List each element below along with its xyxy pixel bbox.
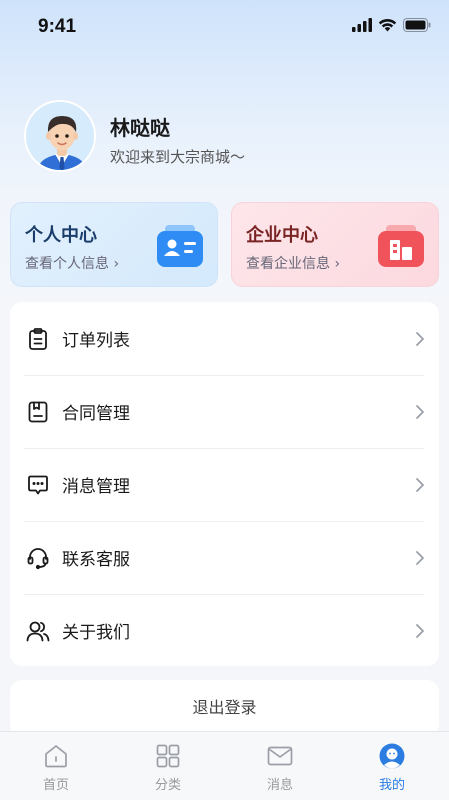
tab-label: 我的	[378, 778, 405, 793]
menu-item-orders[interactable]: 订单列表	[10, 302, 439, 375]
tab-label: 首页	[42, 778, 69, 793]
id-card-icon	[157, 225, 203, 267]
personal-center-title: 个人中心	[25, 225, 97, 246]
chevron-right-icon	[416, 404, 424, 419]
wifi-icon	[378, 18, 397, 32]
home-icon	[45, 745, 67, 768]
menu-item-label: 联系客服	[62, 550, 130, 570]
chevron-right-icon	[416, 477, 424, 492]
headset-icon	[27, 547, 49, 569]
profile-screen: 9:41 林哒哒 欢迎来到大宗商城～ 个人中心 查看个人信息 › 企业中心 查看…	[0, 0, 449, 800]
grid-icon	[156, 744, 180, 768]
avatar-illustration	[26, 102, 94, 170]
menu-item-messages[interactable]: 消息管理	[10, 448, 439, 521]
profile-name: 林哒哒	[110, 116, 170, 140]
status-icons	[352, 18, 431, 32]
logout-button[interactable]: 退出登录	[10, 680, 439, 736]
menu-item-label: 合同管理	[62, 404, 130, 424]
clipboard-icon	[29, 327, 47, 350]
profile-welcome: 欢迎来到大宗商城～	[110, 148, 246, 166]
tab-label: 分类	[154, 778, 181, 793]
tab-home[interactable]: 首页	[0, 732, 112, 800]
tab-label: 消息	[266, 778, 293, 793]
profile-icon	[379, 743, 405, 769]
menu-item-label: 订单列表	[62, 331, 130, 351]
signal-icon	[352, 18, 372, 32]
menu-item-contracts[interactable]: 合同管理	[10, 375, 439, 448]
menu-panel: 订单列表 合同管理 消息管理 联系客服 关于我们	[10, 302, 439, 666]
personal-center-card[interactable]: 个人中心 查看个人信息 ›	[10, 202, 218, 287]
menu-item-about-us[interactable]: 关于我们	[10, 594, 439, 667]
menu-item-label: 关于我们	[62, 623, 130, 643]
tab-mine[interactable]: 我的	[336, 732, 448, 800]
building-icon	[378, 225, 424, 267]
company-center-title: 企业中心	[246, 225, 318, 246]
menu-item-customer-service[interactable]: 联系客服	[10, 521, 439, 594]
chevron-right-icon	[416, 623, 424, 638]
company-center-subtitle: 查看企业信息 ›	[246, 256, 341, 272]
personal-center-subtitle: 查看个人信息 ›	[25, 256, 120, 272]
company-center-card[interactable]: 企业中心 查看企业信息 ›	[231, 202, 439, 287]
battery-icon	[403, 18, 431, 32]
message-icon	[28, 475, 48, 494]
status-bar: 9:41	[0, 0, 449, 54]
mail-icon	[267, 746, 293, 766]
chevron-right-icon	[416, 331, 424, 346]
contract-icon	[28, 401, 48, 422]
tab-messages[interactable]: 消息	[224, 732, 336, 800]
tab-category[interactable]: 分类	[112, 732, 224, 800]
menu-item-label: 消息管理	[62, 477, 130, 497]
avatar[interactable]	[24, 100, 96, 172]
status-time: 9:41	[38, 16, 77, 37]
tab-bar: 首页 分类 消息 我的	[0, 731, 449, 800]
users-icon	[26, 621, 50, 641]
chevron-right-icon	[416, 550, 424, 565]
